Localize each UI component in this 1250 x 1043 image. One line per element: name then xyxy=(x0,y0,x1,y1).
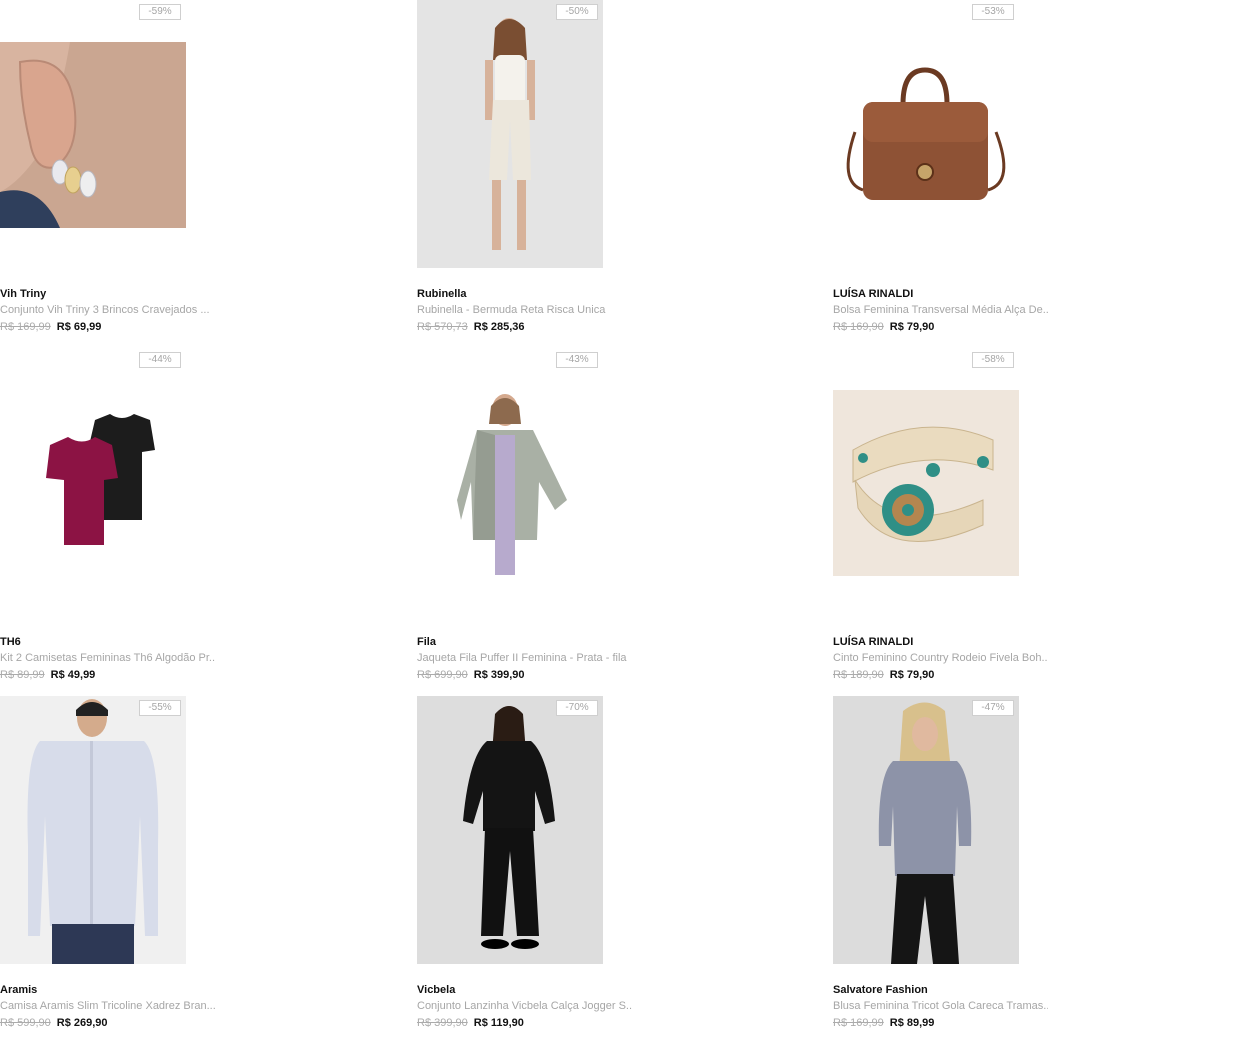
product-prices: R$ 169,99 R$ 69,99 xyxy=(0,321,101,333)
product-brand[interactable]: TH6 xyxy=(0,636,21,648)
current-price: R$ 69,99 xyxy=(56,321,102,333)
product-title[interactable]: Conjunto Lanzinha Vicbela Calça Jogger S… xyxy=(417,1000,632,1012)
product-title[interactable]: Bolsa Feminina Transversal Média Alça De… xyxy=(833,304,1048,316)
product-title[interactable]: Conjunto Vih Triny 3 Brincos Cravejados … xyxy=(0,304,215,316)
current-price: R$ 89,99 xyxy=(889,1017,935,1029)
discount-badge: -47% xyxy=(972,700,1014,716)
product-title[interactable]: Kit 2 Camisetas Femininas Th6 Algodão Pr… xyxy=(0,652,215,664)
product-prices: R$ 89,99 R$ 49,99 xyxy=(0,669,95,681)
product-brand[interactable]: Rubinella xyxy=(417,288,467,300)
product-prices: R$ 699,90 R$ 399,90 xyxy=(417,669,525,681)
old-price: R$ 189,90 xyxy=(833,669,884,681)
old-price: R$ 570,73 xyxy=(417,321,468,333)
product-prices: R$ 169,90 R$ 79,90 xyxy=(833,321,934,333)
mens-shirt-photo[interactable] xyxy=(0,696,186,964)
old-price: R$ 169,90 xyxy=(833,321,884,333)
product-prices: R$ 399,90 R$ 119,90 xyxy=(417,1017,524,1029)
product-brand[interactable]: Salvatore Fashion xyxy=(833,984,928,996)
product-brand[interactable]: Aramis xyxy=(0,984,37,996)
current-price: R$ 119,90 xyxy=(473,1017,524,1029)
silver-puffer-jacket-photo[interactable] xyxy=(417,390,603,576)
current-price: R$ 79,90 xyxy=(889,669,935,681)
product-prices: R$ 189,90 R$ 79,90 xyxy=(833,669,934,681)
old-price: R$ 169,99 xyxy=(833,1017,884,1029)
product-image-area[interactable]: -44% xyxy=(0,348,186,618)
product-prices: R$ 599,90 R$ 269,90 xyxy=(0,1017,108,1029)
product-card[interactable]: -70% Vicbela Conjunto Lanzinha Vicbela C… xyxy=(417,696,647,1036)
product-image-area[interactable]: -55% xyxy=(0,696,186,966)
product-brand[interactable]: Fila xyxy=(417,636,436,648)
discount-badge: -43% xyxy=(556,352,598,368)
discount-badge: -59% xyxy=(139,4,181,20)
product-prices: R$ 570,73 R$ 285,36 xyxy=(417,321,525,333)
white-outfit-model-photo[interactable] xyxy=(417,0,603,268)
current-price: R$ 79,90 xyxy=(889,321,935,333)
product-title[interactable]: Jaqueta Fila Puffer II Feminina - Prata … xyxy=(417,652,632,664)
old-price: R$ 599,90 xyxy=(0,1017,51,1029)
current-price: R$ 399,90 xyxy=(473,669,525,681)
brown-handbag-photo[interactable] xyxy=(833,42,1019,228)
product-image-area[interactable]: -47% xyxy=(833,696,1019,966)
old-price: R$ 169,99 xyxy=(0,321,51,333)
product-title[interactable]: Blusa Feminina Tricot Gola Careca Tramas… xyxy=(833,1000,1048,1012)
product-image-area[interactable]: -50% xyxy=(417,0,603,270)
product-title[interactable]: Camisa Aramis Slim Tricoline Xadrez Bran… xyxy=(0,1000,215,1012)
product-card[interactable]: -50% Rubinella Rubinella - Bermuda Reta … xyxy=(417,0,647,340)
product-card[interactable]: -43% Fila Jaqueta Fila Puffer II Feminin… xyxy=(417,348,647,688)
discount-badge: -50% xyxy=(556,4,598,20)
boho-belt-photo[interactable] xyxy=(833,390,1019,576)
current-price: R$ 269,90 xyxy=(56,1017,108,1029)
discount-badge: -55% xyxy=(139,700,181,716)
grey-knit-sweater-photo[interactable] xyxy=(833,696,1019,964)
current-price: R$ 285,36 xyxy=(473,321,525,333)
product-card[interactable]: -58% LUÍSA RINALDI Cinto Feminino Countr… xyxy=(833,348,1063,688)
product-card[interactable]: -55% Aramis Camisa Aramis Slim Tricoline… xyxy=(0,696,230,1036)
product-brand[interactable]: LUÍSA RINALDI xyxy=(833,288,913,300)
product-title[interactable]: Cinto Feminino Country Rodeio Fivela Boh… xyxy=(833,652,1048,664)
product-prices: R$ 169,99 R$ 89,99 xyxy=(833,1017,934,1029)
product-grid: -59% Vih Triny Conjunto Vih Triny 3 Brin… xyxy=(0,0,1250,1043)
discount-badge: -53% xyxy=(972,4,1014,20)
product-image-area[interactable]: -43% xyxy=(417,348,603,618)
old-price: R$ 699,90 xyxy=(417,669,468,681)
product-card[interactable]: -47% Salvatore Fashion Blusa Feminina Tr… xyxy=(833,696,1063,1036)
two-tshirts-photo[interactable] xyxy=(0,390,186,576)
discount-badge: -70% xyxy=(556,700,598,716)
product-title[interactable]: Rubinella - Bermuda Reta Risca Unica xyxy=(417,304,632,316)
product-brand[interactable]: Vih Triny xyxy=(0,288,46,300)
current-price: R$ 49,99 xyxy=(50,669,96,681)
product-brand[interactable]: Vicbela xyxy=(417,984,455,996)
product-card[interactable]: -44% TH6 Kit 2 Camisetas Femininas Th6 A… xyxy=(0,348,230,688)
product-image-area[interactable]: -70% xyxy=(417,696,603,966)
product-image-area[interactable]: -58% xyxy=(833,348,1019,618)
old-price: R$ 89,99 xyxy=(0,669,45,681)
product-image-area[interactable]: -53% xyxy=(833,0,1019,270)
product-card[interactable]: -59% Vih Triny Conjunto Vih Triny 3 Brin… xyxy=(0,0,230,340)
product-card[interactable]: -53% LUÍSA RINALDI Bolsa Feminina Transv… xyxy=(833,0,1063,340)
old-price: R$ 399,90 xyxy=(417,1017,468,1029)
discount-badge: -44% xyxy=(139,352,181,368)
discount-badge: -58% xyxy=(972,352,1014,368)
product-image-area[interactable]: -59% xyxy=(0,0,186,270)
earrings-photo[interactable] xyxy=(0,42,186,228)
product-brand[interactable]: LUÍSA RINALDI xyxy=(833,636,913,648)
black-jogger-set-photo[interactable] xyxy=(417,696,603,964)
